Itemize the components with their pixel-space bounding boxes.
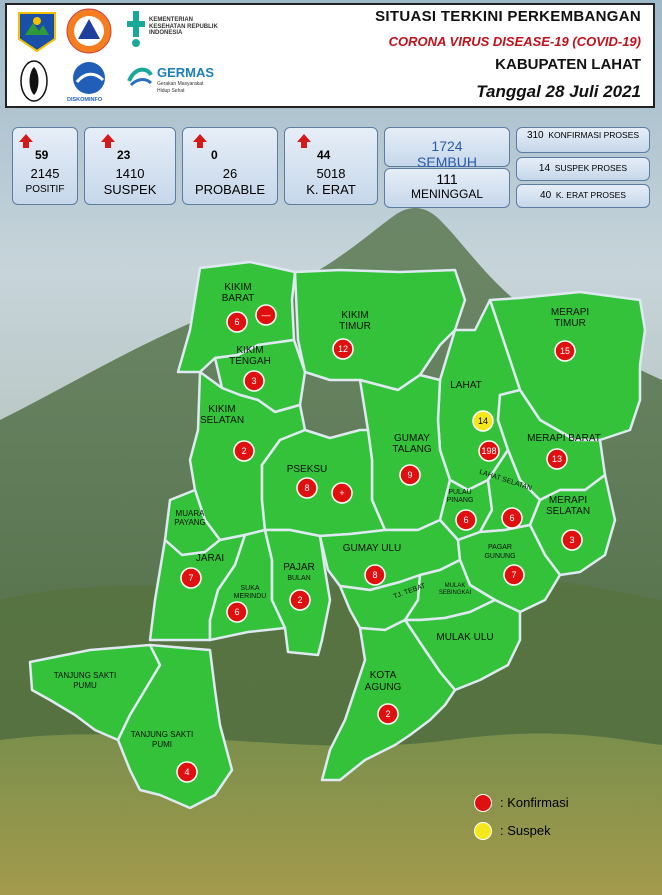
- district-label: JARAI: [196, 553, 224, 564]
- confirmed-case-marker: —: [255, 304, 277, 326]
- confirmed-case-marker: 13: [546, 448, 568, 470]
- district-pseksu: [260, 428, 387, 538]
- confirmed-case-marker: 8: [364, 564, 386, 586]
- confirmed-case-marker-count: 6: [463, 515, 468, 525]
- district-kikim-timur: [293, 268, 467, 392]
- legend-swatch: [474, 822, 492, 840]
- confirmed-case-marker: 3: [243, 370, 265, 392]
- district-label: MERAPI: [549, 495, 587, 506]
- district-label: KIKIM: [208, 404, 235, 415]
- district-map: KIKIM BARAT KIKIM TIMUR KIKIM TENGAH KIK…: [28, 260, 647, 810]
- infographic: KEMENTERIAN KESEHATAN REPUBLIK INDONESIA…: [0, 0, 662, 895]
- district-label: MERAPI: [551, 307, 589, 318]
- confirmed-case-marker: 2: [233, 440, 255, 462]
- confirmed-case-marker: 9: [399, 464, 421, 486]
- confirmed-case-marker: 2: [377, 703, 399, 725]
- confirmed-case-marker-count: 198: [481, 446, 496, 456]
- map-legend: : Konfirmasi : Suspek: [472, 788, 622, 848]
- district-label: PAGAR: [488, 544, 512, 551]
- confirmed-case-marker: 6: [226, 311, 248, 333]
- district-label: SEBINGKAI: [439, 590, 472, 596]
- confirmed-case-marker: +: [331, 482, 353, 504]
- confirmed-case-marker-count: 7: [511, 570, 516, 580]
- confirmed-case-marker: 8: [296, 477, 318, 499]
- district-label: TIMUR: [554, 318, 586, 329]
- confirmed-case-marker-count: 8: [304, 483, 309, 493]
- district-label: PULAU: [448, 489, 471, 496]
- confirmed-case-marker-count: —: [262, 310, 271, 320]
- legend-label: : Konfirmasi: [500, 795, 569, 810]
- confirmed-case-marker: 198: [478, 440, 500, 462]
- district-label: TALANG: [392, 444, 431, 455]
- district-label: SELATAN: [546, 506, 590, 517]
- suspect-case-marker-count: 14: [478, 416, 488, 426]
- district-label: PUMI: [152, 740, 172, 749]
- district-label: PAJAR: [283, 562, 315, 573]
- district-label: LAHAT: [450, 380, 482, 391]
- confirmed-case-marker: 4: [176, 761, 198, 783]
- district-label: GUMAY ULU: [343, 543, 402, 554]
- district-label: MERAPI BARAT: [527, 433, 601, 444]
- district-label: KIKIM: [341, 310, 368, 321]
- district-label: PINANG: [447, 497, 474, 504]
- district-label: BARAT: [222, 293, 255, 304]
- confirmed-case-marker-count: 6: [234, 607, 239, 617]
- district-label: SUKA: [240, 585, 259, 592]
- confirmed-case-marker-count: 2: [241, 446, 246, 456]
- district-label: TENGAH: [229, 356, 271, 367]
- legend-swatch: [474, 794, 492, 812]
- district-label: KIKIM: [224, 282, 251, 293]
- confirmed-case-marker-count: 12: [338, 344, 348, 354]
- suspect-case-marker: 14: [472, 410, 494, 432]
- district-label: TIMUR: [339, 321, 371, 332]
- district-label: MULAK: [445, 583, 466, 589]
- confirmed-case-marker: 7: [180, 567, 202, 589]
- district-label: PSEKSU: [287, 464, 328, 475]
- confirmed-case-marker-count: 2: [385, 709, 390, 719]
- confirmed-case-marker: 6: [501, 507, 523, 529]
- district-label: SELATAN: [200, 415, 244, 426]
- legend-label: : Suspek: [500, 823, 551, 838]
- confirmed-case-marker-count: 4: [184, 767, 189, 777]
- district-label: MERINDU: [234, 593, 267, 600]
- confirmed-case-marker: 7: [503, 564, 525, 586]
- district-label: KOTA: [370, 670, 397, 681]
- district-label: GUMAY: [394, 433, 430, 444]
- district-label: TANJUNG SAKTI: [54, 671, 117, 680]
- district-label: PUMU: [73, 681, 97, 690]
- confirmed-case-marker: 3: [561, 529, 583, 551]
- confirmed-case-marker-count: 15: [560, 346, 570, 356]
- confirmed-case-marker-count: 8: [372, 570, 377, 580]
- confirmed-case-marker-count: +: [339, 488, 344, 498]
- confirmed-case-marker: 2: [289, 589, 311, 611]
- district-label: GUNUNG: [484, 553, 515, 560]
- confirmed-case-marker-count: 6: [509, 513, 514, 523]
- confirmed-case-marker-count: 6: [234, 317, 239, 327]
- district-label: MUARA: [176, 509, 206, 518]
- confirmed-case-marker-count: 9: [407, 470, 412, 480]
- confirmed-case-marker: 12: [332, 338, 354, 360]
- confirmed-case-marker: 15: [554, 340, 576, 362]
- confirmed-case-marker-count: 3: [569, 535, 574, 545]
- confirmed-case-marker: 6: [455, 509, 477, 531]
- district-label: PAYANG: [174, 518, 206, 527]
- confirmed-case-marker-count: 13: [552, 454, 562, 464]
- district-label: MULAK ULU: [436, 632, 493, 643]
- district-label: BULAN: [287, 575, 310, 582]
- district-label: TANJUNG SAKTI: [131, 730, 194, 739]
- confirmed-case-marker-count: 3: [251, 376, 256, 386]
- district-label: AGUNG: [365, 682, 402, 693]
- district-label: KIKIM: [236, 345, 263, 356]
- confirmed-case-marker: 6: [226, 601, 248, 623]
- confirmed-case-marker-count: 2: [297, 595, 302, 605]
- confirmed-case-marker-count: 7: [188, 573, 193, 583]
